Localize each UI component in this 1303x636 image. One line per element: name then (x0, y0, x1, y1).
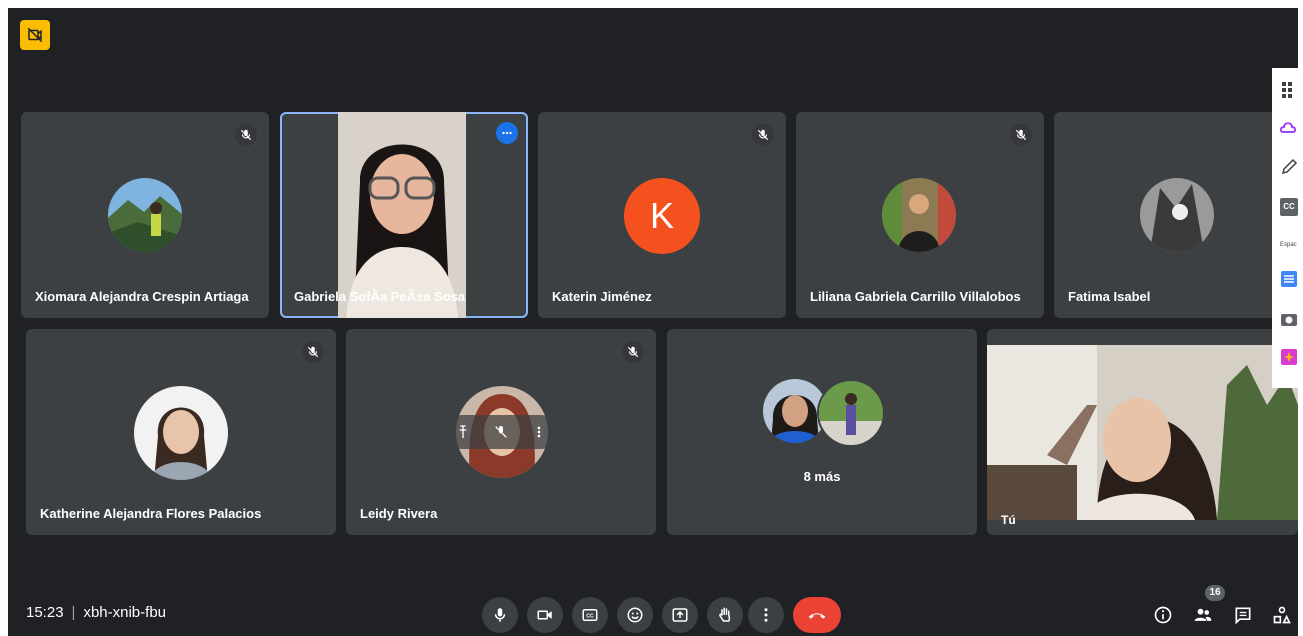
more-vert-icon[interactable] (531, 424, 547, 440)
more-participants-tile[interactable]: 8 más (667, 329, 977, 535)
separator: | (71, 604, 76, 621)
people-icon (1194, 608, 1212, 621)
participant-tile[interactable]: Xiomara Alejandra Crespin Artiaga (21, 112, 269, 318)
avatar (108, 178, 182, 252)
side-panel (1272, 68, 1298, 388)
espacio-label[interactable]: Espac (1280, 236, 1298, 254)
pin-icon[interactable] (455, 424, 471, 440)
avatar: K (624, 178, 700, 254)
participant-name: Katherine Alejandra Flores Palacios (40, 506, 262, 521)
chat-button[interactable] (1231, 603, 1255, 627)
list-icon[interactable] (1280, 270, 1298, 288)
participant-tile-active-speaker[interactable]: Gabriela SofÃa PeÃ±a Sosa (280, 112, 528, 318)
activities-icon (1273, 606, 1291, 624)
activities-button[interactable] (1270, 603, 1294, 627)
videocam-icon (537, 610, 552, 620)
avatar-initial: K (649, 195, 674, 236)
participant-tile[interactable]: Katherine Alejandra Flores Palacios (26, 329, 336, 535)
leave-call-button[interactable] (793, 597, 841, 633)
meeting-details-button[interactable] (1151, 603, 1175, 627)
participant-count-badge: 16 (1205, 585, 1225, 601)
camera-icon[interactable] (1280, 310, 1298, 328)
more-options-button[interactable] (748, 597, 784, 633)
mic-off-icon (752, 124, 774, 146)
more-options-icon[interactable] (496, 122, 518, 144)
participant-name: Leidy Rivera (360, 506, 438, 521)
present-button[interactable] (662, 597, 698, 633)
camera-button[interactable] (527, 597, 563, 633)
pen-icon[interactable] (1280, 158, 1298, 176)
closed-captions-icon: CC (582, 609, 598, 621)
raise-hand-button[interactable] (707, 597, 743, 633)
people-button[interactable] (1191, 603, 1215, 627)
self-view-tile[interactable]: Tú (987, 329, 1298, 535)
sparkle-icon[interactable] (1280, 348, 1298, 366)
clock-time: 15:23 (26, 604, 64, 621)
self-name-label: Tú (1001, 513, 1016, 527)
participant-name: Xiomara Alejandra Crespin Artiaga (35, 289, 249, 304)
video-feed (338, 112, 466, 318)
more-vert-icon (764, 608, 768, 622)
participant-tile[interactable]: K Katerin Jiménez (538, 112, 786, 318)
participant-tile[interactable]: Leidy Rivera (346, 329, 656, 535)
mic-off-icon (302, 341, 324, 363)
participant-name: Gabriela SofÃa PeÃ±a Sosa (294, 289, 466, 304)
mic-off-icon (622, 341, 644, 363)
reactions-button[interactable] (617, 597, 653, 633)
avatar (1140, 178, 1214, 252)
self-video-feed (987, 345, 1298, 520)
participant-tile[interactable]: Fatima Isabel (1054, 112, 1298, 318)
emoji-icon (627, 607, 643, 623)
captions-button[interactable]: CC (572, 597, 608, 633)
participant-name: Fatima Isabel (1068, 289, 1151, 304)
avatar (817, 379, 885, 447)
present-screen-icon (672, 608, 688, 622)
info-icon (1154, 606, 1172, 624)
mute-participant-icon[interactable] (493, 424, 509, 440)
tile-hover-controls (444, 415, 558, 449)
avatar (134, 386, 228, 480)
hand-icon (719, 607, 731, 622)
meeting-code[interactable]: xbh-xnib-fbu (83, 604, 166, 621)
mic-off-icon (235, 124, 257, 146)
camera-off-badge[interactable] (20, 20, 50, 50)
participant-tile[interactable]: Liliana Gabriela Carrillo Villalobos (796, 112, 1044, 318)
mic-button[interactable] (482, 597, 518, 633)
participant-name: Liliana Gabriela Carrillo Villalobos (810, 289, 1021, 304)
chat-icon (1235, 607, 1251, 625)
meeting-info: 15:23 | xbh-xnib-fbu (26, 604, 166, 621)
svg-text:CC: CC (586, 614, 594, 620)
more-participants-label: 8 más (803, 469, 841, 484)
avatar (882, 178, 956, 252)
call-end-icon (808, 613, 826, 619)
mic-icon (494, 608, 506, 622)
camera-off-icon (27, 27, 43, 43)
mic-off-icon (1010, 124, 1032, 146)
apps-grid-icon[interactable] (1280, 80, 1298, 98)
participant-name: Katerin Jiménez (552, 289, 652, 304)
meet-stage: Xiomara Alejandra Crespin Artiaga Gabrie… (8, 8, 1298, 636)
cc-icon[interactable]: CC (1280, 198, 1298, 216)
cloud-icon[interactable] (1280, 118, 1298, 136)
